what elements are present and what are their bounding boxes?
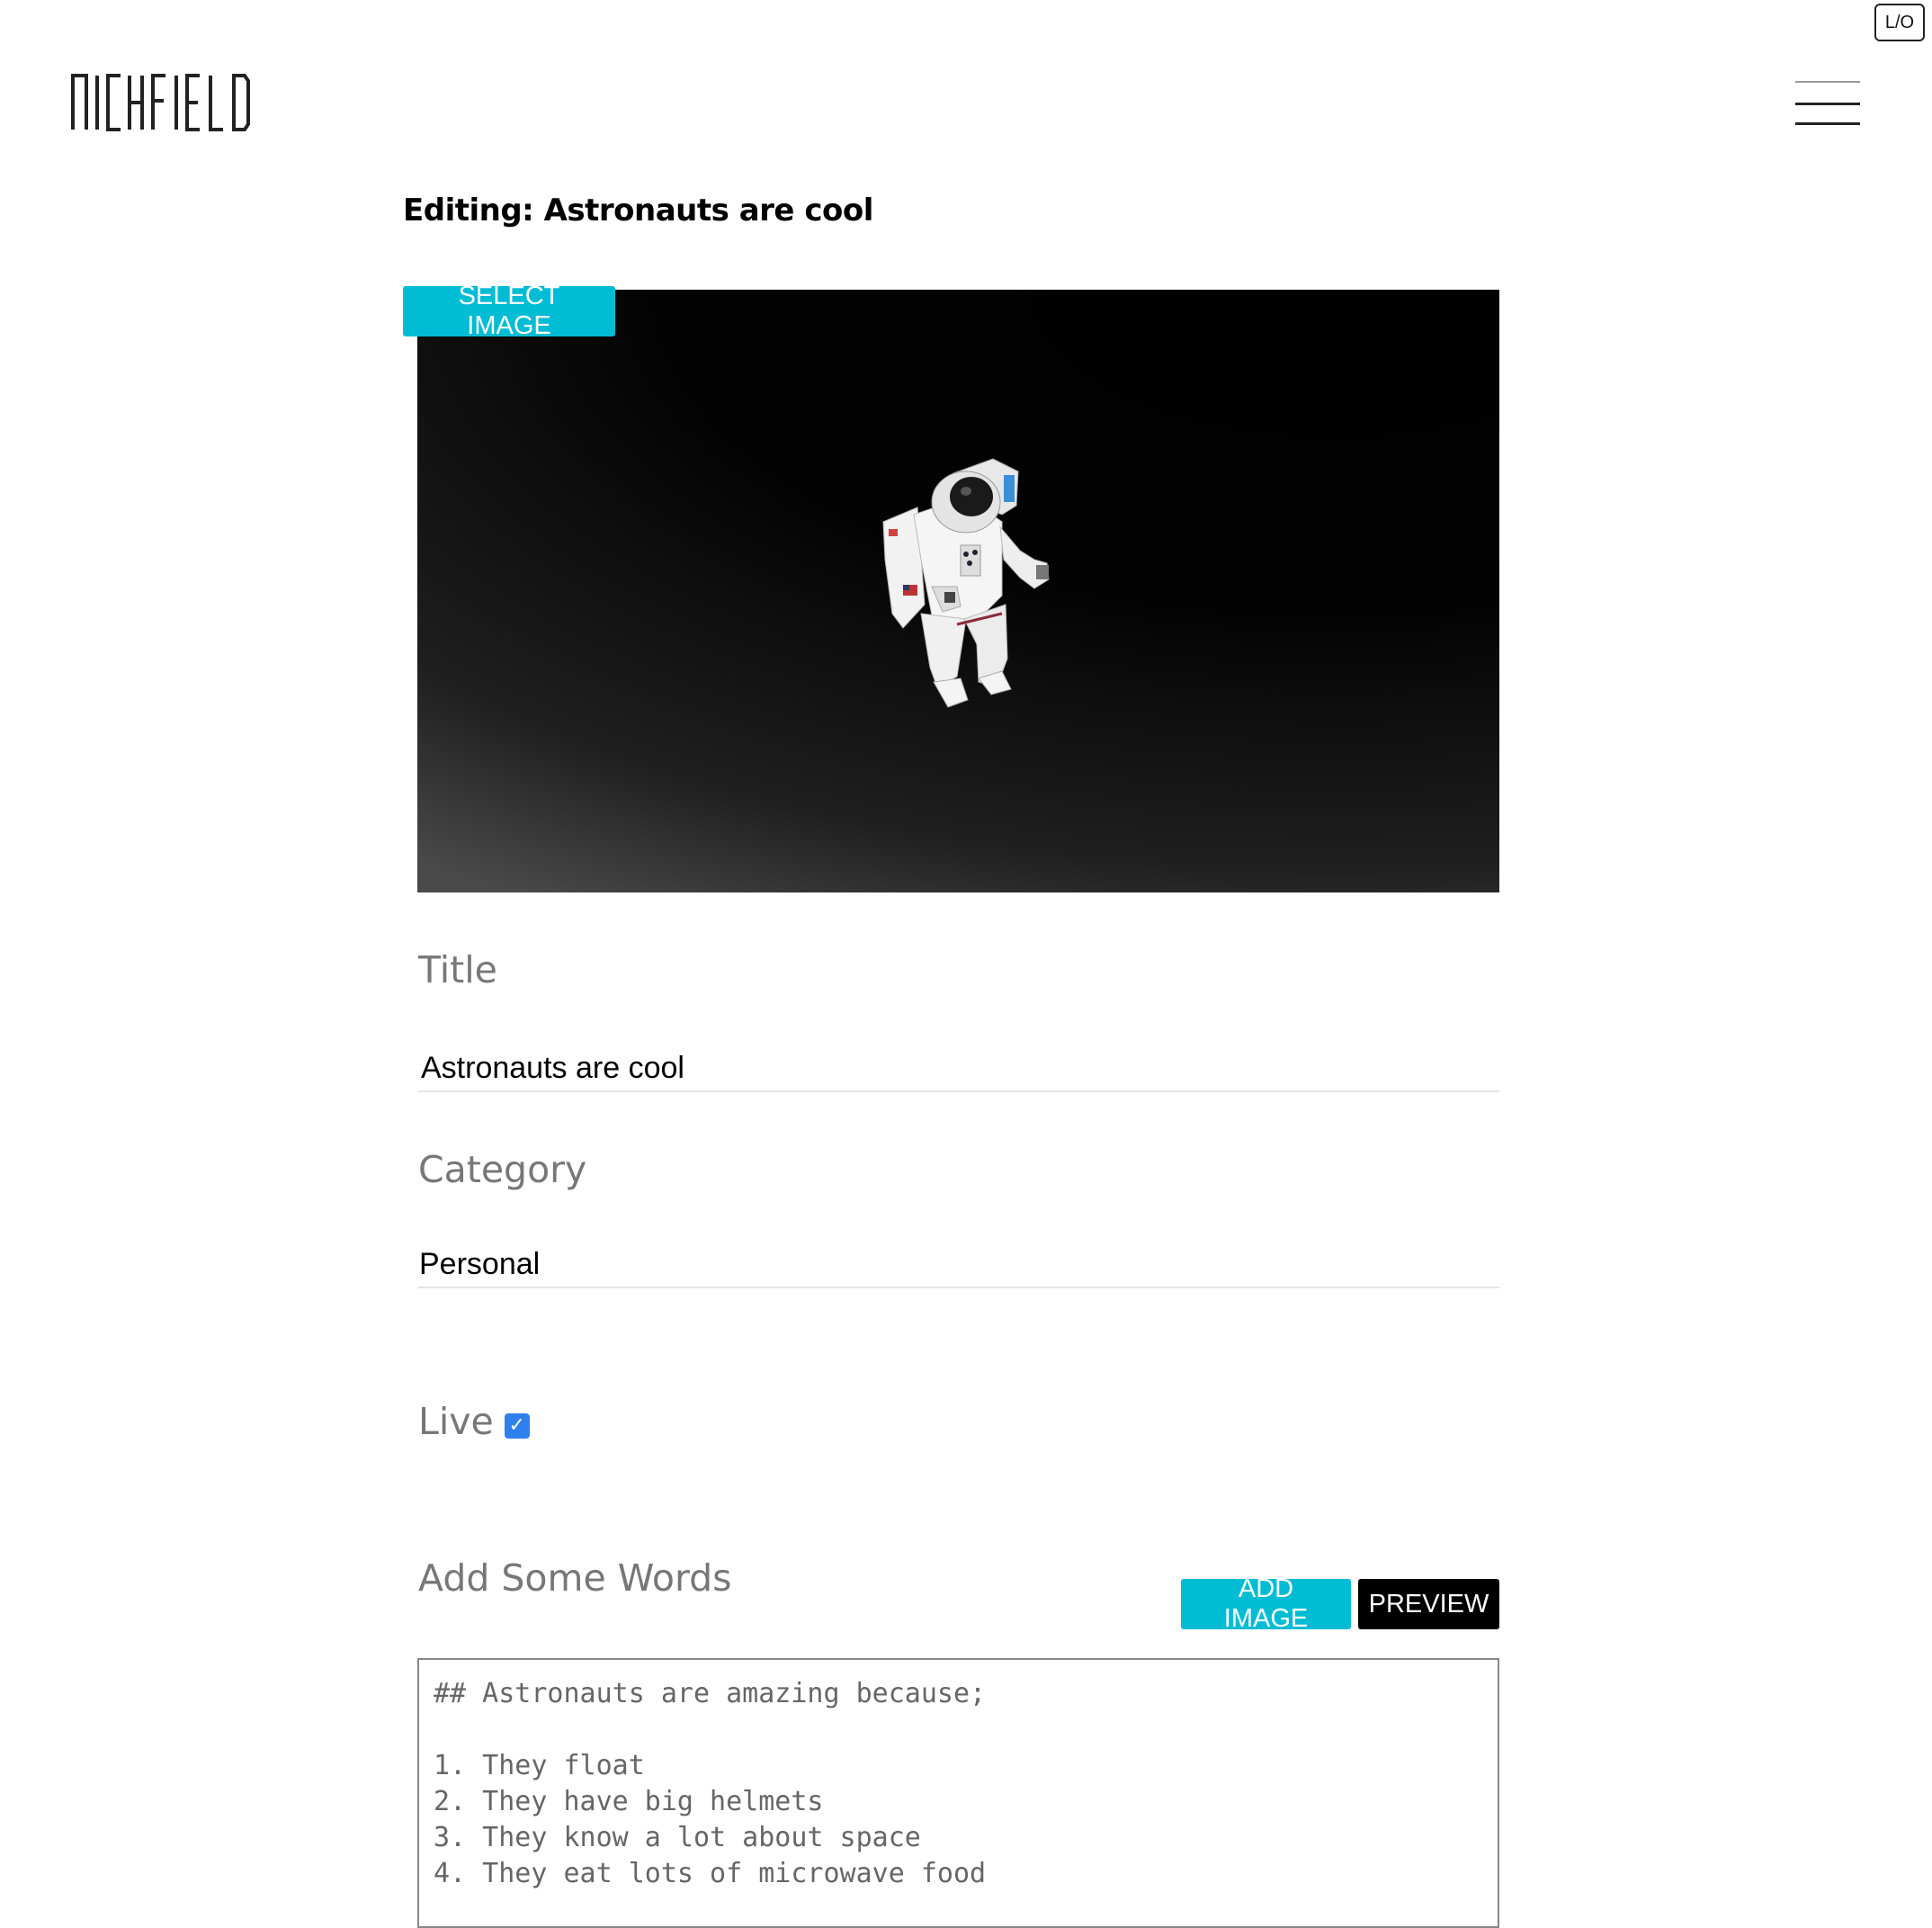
menu-bar [1795, 103, 1860, 105]
select-image-button[interactable]: SELECT IMAGE [403, 282, 615, 340]
check-icon: ✓ [508, 1414, 525, 1437]
body-editor[interactable]: ## Astronauts are amazing because; 1. Th… [417, 1658, 1499, 1928]
logo-wordmark [71, 74, 250, 131]
words-label: Add Some Words [418, 1556, 732, 1600]
title-label: Title [418, 948, 497, 991]
preview-button[interactable]: PREVIEW [1358, 1579, 1499, 1629]
live-toggle-row: Live ✓ [418, 1400, 530, 1443]
site-logo[interactable] [70, 72, 277, 133]
category-input[interactable] [418, 1242, 1499, 1288]
live-label: Live [418, 1400, 494, 1443]
live-checkbox[interactable]: ✓ [504, 1413, 530, 1439]
category-label: Category [418, 1148, 587, 1191]
featured-image [417, 290, 1499, 892]
logout-button[interactable]: L/O [1874, 4, 1925, 41]
astronaut-illustration [882, 458, 1050, 708]
hamburger-menu-icon[interactable] [1795, 77, 1860, 128]
menu-bar [1795, 122, 1860, 125]
page-title: Editing: Astronauts are cool [403, 193, 873, 229]
title-input[interactable] [418, 1045, 1499, 1092]
menu-bar [1795, 81, 1860, 83]
add-image-button[interactable]: ADD IMAGE [1181, 1574, 1351, 1633]
